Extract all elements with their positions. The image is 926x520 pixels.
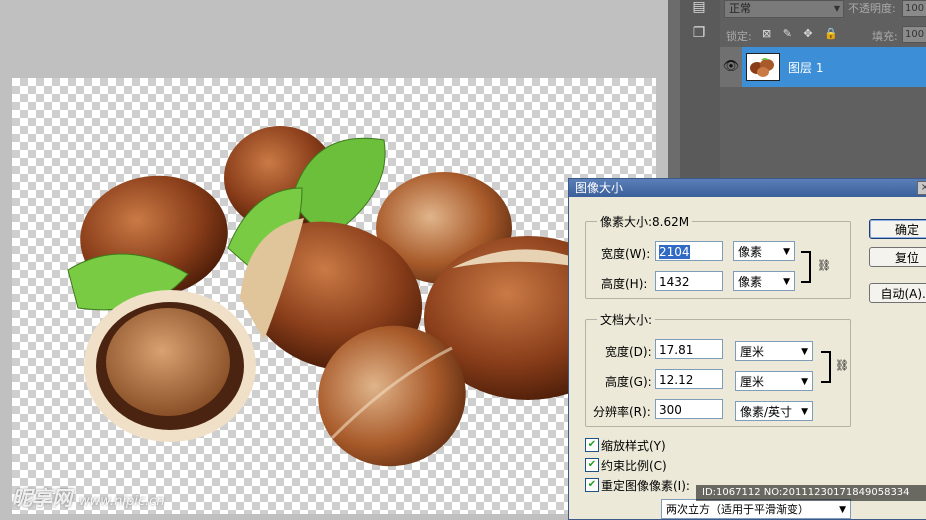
layer-name: 图层 1	[788, 61, 824, 75]
chevron-down-icon: ▼	[833, 4, 840, 13]
chevron-down-icon: ▼	[801, 377, 808, 387]
resolution-label: 分辨率(R):	[593, 405, 651, 419]
chevron-down-icon: ▼	[783, 277, 790, 287]
lock-label: 锁定:	[726, 30, 752, 43]
opacity-input[interactable]: 100	[902, 0, 926, 17]
pixel-width-unit: 像素	[738, 245, 763, 259]
transparent-canvas[interactable]	[12, 78, 656, 514]
ok-button[interactable]: 确定	[869, 219, 926, 239]
resample-checkbox[interactable]: ✔	[585, 478, 599, 492]
pixel-height-input[interactable]: 1432	[655, 271, 723, 291]
fill-input[interactable]: 100	[902, 26, 926, 43]
constrain-proportions-checkbox[interactable]: ✔	[585, 458, 599, 472]
doc-width-input[interactable]: 17.81	[655, 339, 723, 359]
pixel-width-unit-select[interactable]: 像素 ▼	[733, 241, 795, 261]
width-label: 宽度(W):	[601, 247, 651, 261]
layer-thumbnail	[746, 53, 780, 81]
dialog-title: 图像大小	[569, 179, 926, 197]
doc-height-unit: 厘米	[740, 375, 765, 389]
auto-button[interactable]: 自动(A)...	[869, 283, 926, 303]
pixel-height-unit: 像素	[738, 275, 763, 289]
doc-constrain-bracket	[821, 351, 831, 383]
doc-width-unit-select[interactable]: 厘米 ▼	[735, 341, 813, 361]
chevron-down-icon: ▼	[801, 347, 808, 357]
doc-height-unit-select[interactable]: 厘米 ▼	[735, 371, 813, 391]
image-size-dialog: 图像大小 × 像素大小:8.62M 宽度(W): 2104 像素 ▼ 高度(H):…	[568, 178, 926, 520]
pixel-dimensions-title: 像素大小:8.62M	[597, 213, 693, 230]
pixel-height-unit-select[interactable]: 像素 ▼	[733, 271, 795, 291]
chain-link-icon: ⛓	[835, 359, 849, 372]
opacity-label: 不透明度:	[848, 2, 896, 15]
chain-link-icon: ⛓	[817, 259, 831, 272]
watermark-id: ID:1067112 NO:20111230171849058334	[696, 485, 926, 501]
scale-styles-label: 缩放样式(Y)	[601, 439, 666, 453]
resample-label: 重定图像像素(I):	[601, 479, 690, 493]
watermark-brand: 昵享网	[12, 486, 72, 510]
hazelnuts-image	[67, 126, 632, 467]
fill-label: 填充:	[872, 30, 898, 43]
chevron-down-icon: ▼	[783, 247, 790, 257]
height-label: 高度(H):	[601, 277, 648, 291]
resolution-unit: 像素/英寸	[740, 405, 793, 419]
constrain-proportions-label: 约束比例(C)	[601, 459, 667, 473]
watermark-url: www.nipic.cn	[78, 494, 165, 509]
resolution-unit-select[interactable]: 像素/英寸 ▼	[735, 401, 813, 421]
chevron-down-icon: ▼	[801, 407, 808, 417]
doc-width-unit: 厘米	[740, 345, 765, 359]
lock-options-icons[interactable]: ⊠ ✎ ✥ 🔒	[762, 27, 842, 40]
close-icon[interactable]: ×	[917, 181, 926, 195]
chevron-down-icon: ▼	[839, 505, 846, 515]
reset-button[interactable]: 复位	[869, 247, 926, 267]
document-size-title: 文档大小:	[597, 311, 656, 328]
pixel-width-value: 2104	[659, 245, 690, 259]
pixel-width-input[interactable]: 2104	[655, 241, 723, 261]
resolution-input[interactable]: 300	[655, 399, 723, 419]
constrain-bracket	[801, 251, 811, 283]
eye-icon[interactable]: 👁	[720, 47, 742, 87]
blend-mode-value: 正常	[729, 2, 751, 15]
copy-panel-icon[interactable]: ❐	[690, 24, 708, 42]
doc-height-input[interactable]: 12.12	[655, 369, 723, 389]
resample-method: 两次立方（适用于平滑渐变）	[666, 503, 809, 516]
resample-method-select[interactable]: 两次立方（适用于平滑渐变） ▼	[661, 499, 851, 519]
layer-row[interactable]: 👁 图层 1	[720, 47, 926, 87]
doc-width-label: 宽度(D):	[605, 345, 652, 359]
blend-mode-select[interactable]: 正常 ▼	[724, 0, 844, 18]
history-icon[interactable]: ▤	[690, 0, 708, 16]
watermark-logo: 昵享网 www.nipic.cn	[12, 482, 165, 511]
scale-styles-checkbox[interactable]: ✔	[585, 438, 599, 452]
doc-height-label: 高度(G):	[605, 375, 652, 389]
